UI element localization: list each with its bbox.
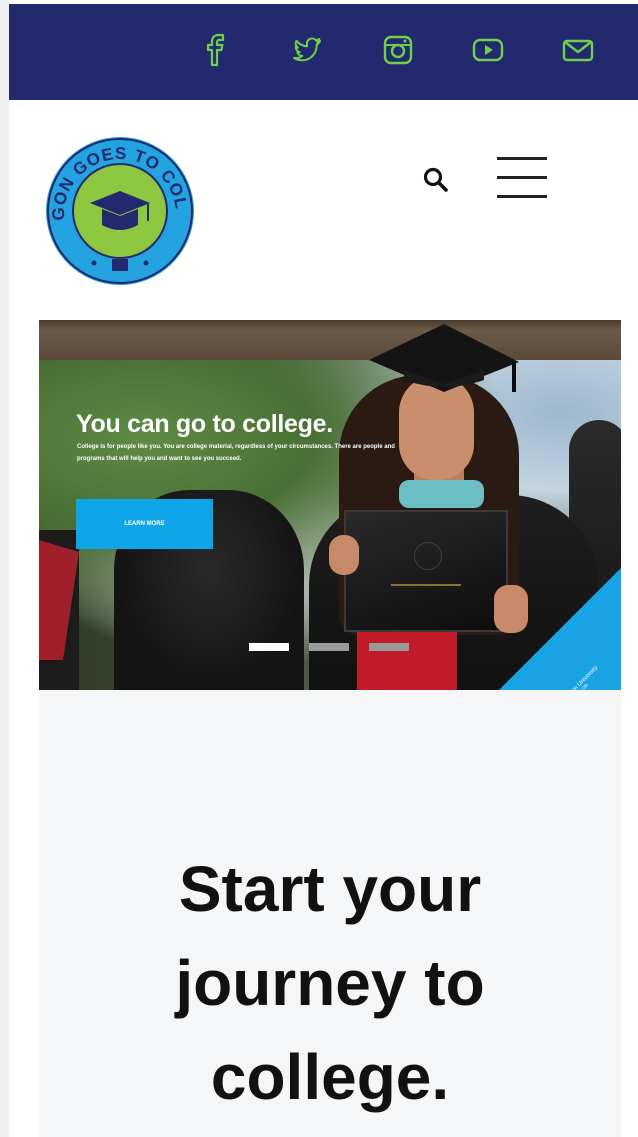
graduation-cap-image	[369, 324, 519, 392]
hero-photo-stole	[357, 625, 457, 690]
carousel-dot-1[interactable]	[249, 643, 289, 651]
learn-more-button[interactable]: LEARN MORE	[76, 499, 213, 549]
hero-photo-collar	[399, 480, 484, 508]
hero-carousel: You can go to college. College is for pe…	[39, 320, 621, 690]
youtube-icon[interactable]	[471, 33, 505, 67]
hero-photo-hand	[494, 585, 528, 633]
carousel-dot-2[interactable]	[309, 643, 349, 651]
search-icon[interactable]	[420, 164, 452, 196]
hero-title: You can go to college.	[76, 410, 333, 438]
journey-section: Start your journey to college.	[39, 690, 621, 1137]
facebook-icon[interactable]	[200, 33, 234, 67]
diploma-image	[344, 510, 508, 632]
site-logo[interactable]: OREGON GOES TO COLLEGE	[37, 120, 196, 287]
instagram-icon[interactable]	[381, 33, 415, 67]
twitter-icon[interactable]	[290, 33, 324, 67]
diploma-seal	[414, 542, 442, 570]
journey-heading: Start your journey to college.	[175, 853, 485, 1113]
hero-photo-hand	[329, 535, 359, 575]
email-icon[interactable]	[561, 33, 595, 67]
page-left-edge	[0, 0, 9, 1137]
hamburger-menu-icon[interactable]	[497, 155, 551, 201]
hero-subtitle: College is for people like you. You are …	[77, 444, 395, 462]
carousel-dot-3[interactable]	[369, 643, 409, 651]
diploma-script	[391, 584, 461, 586]
